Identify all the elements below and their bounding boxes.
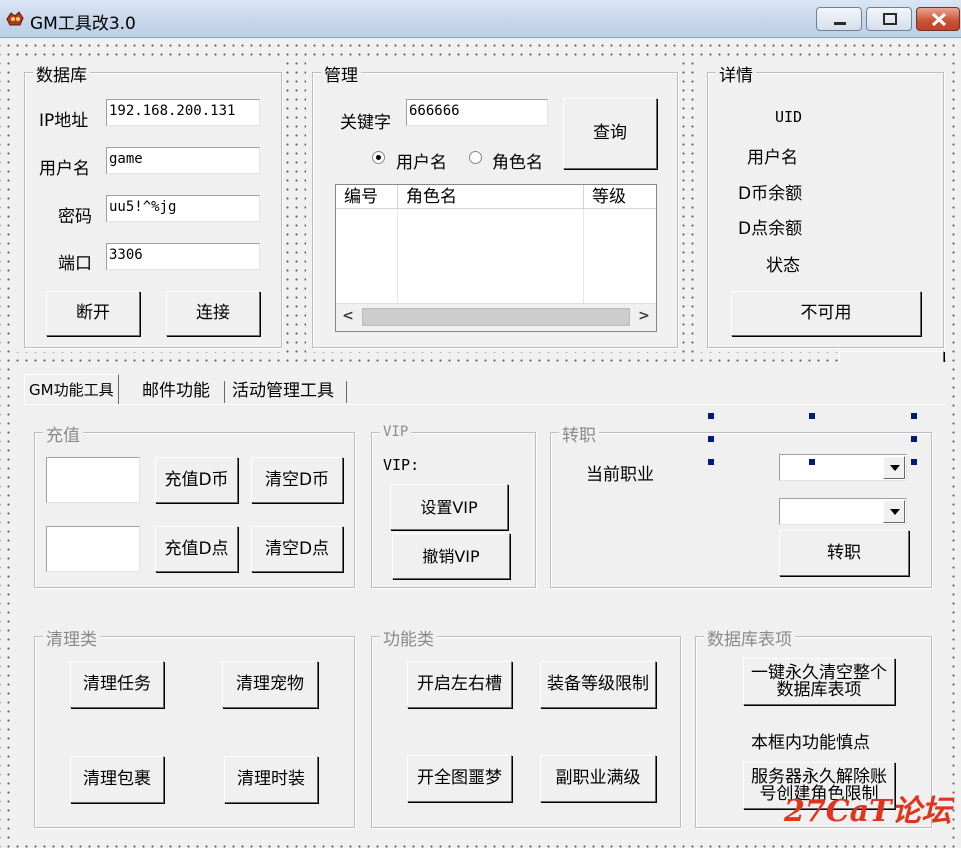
unavailable-button[interactable]: 不可用	[731, 291, 921, 336]
clear-pets-button[interactable]: 清理宠物	[222, 661, 318, 708]
role-list-header: 编号 角色名 等级	[336, 185, 656, 209]
selection-handle	[809, 413, 815, 419]
clear-all-tables-button[interactable]: 一键永久清空整个数据库表项	[743, 658, 895, 705]
scroll-right-icon[interactable]: >	[634, 308, 654, 324]
details-group-title: 详情	[716, 61, 756, 86]
equip-level-limit-button[interactable]: 装备等级限制	[540, 661, 656, 708]
job-change-group-title: 转职	[559, 421, 599, 446]
port-input[interactable]: 3306	[106, 243, 260, 270]
keyword-label: 关键字	[340, 113, 391, 133]
radio-username-label: 用户名	[396, 153, 447, 173]
tab-mail[interactable]: 邮件功能	[138, 380, 214, 402]
app-icon	[6, 11, 24, 26]
clear-point-button[interactable]: 清空D点	[251, 526, 343, 572]
database-group-title: 数据库	[33, 61, 90, 86]
selection-handle	[911, 413, 917, 419]
recharge-group-title: 充值	[43, 421, 83, 446]
d-point-label: D点余额	[738, 219, 803, 239]
chevron-down-icon[interactable]	[883, 456, 905, 479]
job-change-button[interactable]: 转职	[779, 530, 909, 576]
current-job-label: 当前职业	[586, 465, 654, 485]
port-label: 端口	[58, 254, 92, 274]
column-divider	[397, 209, 398, 303]
ip-label: IP地址	[39, 111, 89, 131]
maximize-button[interactable]	[866, 7, 912, 31]
username-label: 用户名	[39, 159, 90, 179]
recharge-coin-input[interactable]	[46, 457, 140, 503]
d-coin-label: D币余额	[738, 184, 803, 204]
tab-activity[interactable]: 活动管理工具	[228, 380, 338, 402]
selection-handle	[911, 436, 917, 442]
manage-group-title: 管理	[321, 61, 361, 86]
title-bar: GM工具改3.0	[0, 0, 961, 38]
recharge-coin-button[interactable]: 充值D币	[155, 457, 238, 503]
selection-handle	[708, 436, 714, 442]
minimize-icon	[834, 22, 846, 25]
maximize-icon	[883, 13, 897, 25]
selection-handle	[708, 413, 714, 419]
functions-group-title: 功能类	[380, 625, 437, 650]
detail-username-label: 用户名	[747, 148, 798, 168]
open-slots-button[interactable]: 开启左右槽	[407, 661, 512, 708]
scroll-left-icon[interactable]: <	[338, 308, 358, 324]
clear-coin-button[interactable]: 清空D币	[251, 457, 343, 503]
horizontal-scrollbar[interactable]: < >	[336, 303, 656, 331]
tab-gm-tools[interactable]: GM功能工具	[24, 374, 119, 404]
tab-page-border	[24, 404, 946, 405]
radio-rolename-label: 角色名	[492, 153, 543, 173]
recharge-point-input[interactable]	[46, 526, 140, 572]
radio-rolename[interactable]	[469, 151, 482, 164]
caution-label: 本框内功能慎点	[751, 733, 870, 753]
target-job-combobox[interactable]	[779, 498, 907, 525]
open-nightmare-button[interactable]: 开全图噩梦	[407, 755, 512, 802]
column-header-rolename[interactable]: 角色名	[398, 185, 584, 209]
cleanup-group-title: 清理类	[43, 625, 100, 650]
disconnect-button[interactable]: 断开	[46, 291, 140, 336]
username-input[interactable]: game	[106, 147, 260, 174]
chevron-down-icon[interactable]	[883, 500, 905, 523]
clear-bag-button[interactable]: 清理包裹	[70, 756, 164, 803]
tab-divider	[346, 381, 347, 403]
password-input[interactable]: uu5!^%jg	[106, 195, 260, 222]
column-header-id[interactable]: 编号	[336, 185, 398, 209]
radio-username[interactable]	[372, 151, 385, 164]
form-client-area: 数据库 IP地址 192.168.200.131 用户名 game 密码 uu5…	[0, 38, 961, 848]
uid-label: UID	[775, 108, 803, 126]
keyword-input[interactable]: 666666	[406, 99, 548, 126]
current-job-combobox[interactable]	[779, 454, 907, 481]
minimize-button[interactable]	[816, 7, 862, 31]
close-icon	[931, 12, 947, 27]
clear-fashion-button[interactable]: 清理时装	[224, 756, 318, 803]
vip-label: VIP:	[383, 456, 420, 474]
password-label: 密码	[58, 207, 92, 227]
query-button[interactable]: 查询	[563, 98, 657, 169]
set-vip-button[interactable]: 设置VIP	[390, 484, 508, 530]
status-label: 状态	[766, 256, 800, 276]
subjob-max-button[interactable]: 副职业满级	[540, 755, 656, 802]
close-button[interactable]	[916, 7, 960, 31]
column-divider	[583, 209, 584, 303]
recharge-point-button[interactable]: 充值D点	[155, 526, 238, 572]
scroll-thumb[interactable]	[362, 308, 630, 326]
tab-divider	[224, 381, 225, 403]
vip-group-title: VIP	[380, 424, 412, 440]
selection-handle	[708, 459, 714, 465]
column-header-level[interactable]: 等级	[584, 185, 656, 209]
connect-button[interactable]: 连接	[166, 291, 260, 336]
role-list[interactable]: 编号 角色名 等级 < >	[335, 184, 657, 332]
ip-input[interactable]: 192.168.200.131	[106, 99, 260, 126]
window-title: GM工具改3.0	[30, 14, 136, 34]
site-watermark: 27CaT论坛	[784, 794, 952, 829]
selection-handle	[809, 459, 815, 465]
selection-handle	[911, 459, 917, 465]
db-tables-group-title: 数据库表项	[704, 625, 795, 650]
clear-tasks-button[interactable]: 清理任务	[70, 661, 164, 708]
revoke-vip-button[interactable]: 撤销VIP	[392, 533, 510, 579]
